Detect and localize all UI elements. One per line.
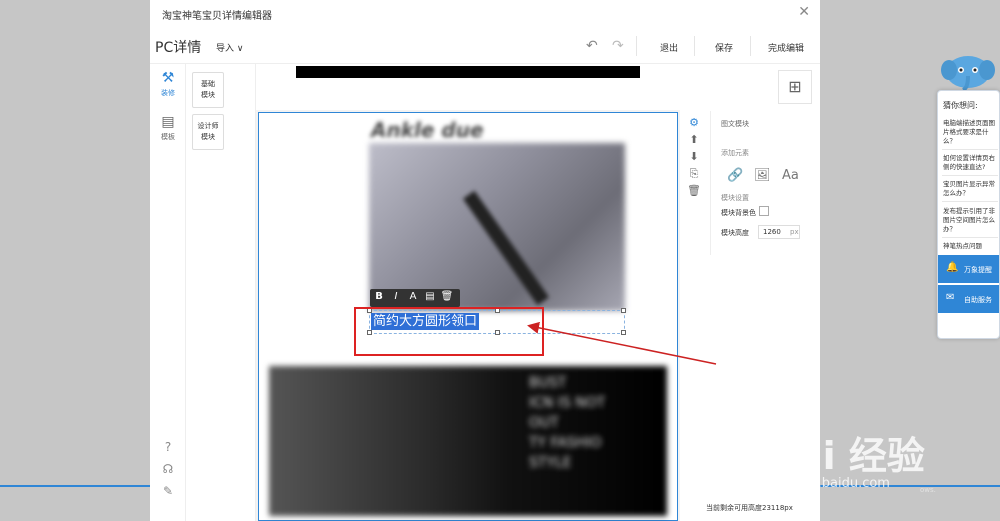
resize-handle[interactable] [621,308,626,313]
basic-module-button[interactable]: 基础 模块 [192,72,224,108]
copy-module-icon[interactable]: ⎘ [686,167,702,183]
self-service-button[interactable]: ✉ 自助服务 [938,285,999,313]
copy-button[interactable]: ▤ [423,291,437,302]
feedback-icon[interactable]: ✎ [160,484,176,500]
help-icon[interactable]: ? [160,440,176,456]
help-question-link[interactable]: 电脑端描述页面图片格式要求是什么？ [943,119,999,146]
designer-module-button[interactable]: 设计师 模块 [192,114,224,150]
delete-button[interactable]: 🗑 [440,291,454,302]
bg-color-label: 模块背景色 [721,209,756,217]
properties-panel: 图文模块 添加元素 🔗 🖼 Aa 模块设置 模块背景色 模块高度 1260 px [710,111,820,255]
basic-module-label: 基础 模块 [201,80,215,99]
left-rail: ⚒ 装修 ▤ 模板 ? ☊ ✎ [150,64,186,521]
watermark-url: jingyan.baidu.com [770,476,890,491]
divider [942,175,998,176]
headset-icon[interactable]: ☊ [160,462,176,478]
self-service-label: 自助服务 [964,296,992,304]
window-title: 淘宝神笔宝贝详情编辑器 [162,11,272,22]
watermark-logo-text: Bai 经验 [768,434,925,478]
help-question-link[interactable]: 宝贝图片显示异常怎么办？ [943,180,999,198]
text-icon[interactable]: Aa [782,168,799,183]
editor-modal: 淘宝神笔宝贝详情编辑器 ✕ PC详情 导入 ∨ ↶ ↷ 退出 保存 完成编辑 ⚒… [150,0,820,521]
height-label: 模块高度 [721,229,749,237]
previous-module[interactable] [256,64,680,110]
layout-grid-icon[interactable]: ⊞ [778,70,812,104]
finish-edit-button[interactable]: 完成编辑 [768,41,804,54]
divider [942,149,998,150]
title-bar: 淘宝神笔宝贝详情编辑器 ✕ [150,0,820,28]
italic-button[interactable]: I [389,291,403,302]
toolbar-divider [694,36,695,56]
resize-handle[interactable] [621,330,626,335]
exit-button[interactable]: 退出 [660,41,678,54]
rail-item-label: 模板 [161,133,175,141]
hammer-icon: ⚒ [161,70,175,86]
undo-icon[interactable]: ↶ [586,38,598,54]
bell-icon: 🔔 [946,262,959,273]
reminder-label: 万象提醒 [964,266,992,274]
handwriting-text: Ankle due [371,118,484,142]
add-element-label: 添加元素 [721,149,749,157]
backdrop-accent-line [0,485,150,487]
font-size-button[interactable]: A [406,291,420,302]
delete-module-icon[interactable]: 🗑 [686,184,702,200]
module-side-tools: ⚙ ⬆ ⬇ ⎘ 🗑 [686,116,702,201]
panel-header: 图文模块 [721,120,749,128]
baidu-watermark: Bai 经验 jingyan.baidu.com [768,415,1000,521]
rail-item-decorate[interactable]: ⚒ 装修 [150,70,186,98]
black-banner [296,66,640,78]
page-title: PC详情 [155,40,202,56]
bg-color-checkbox[interactable] [759,206,769,216]
rail-item-template[interactable]: ▤ 模板 [150,114,186,142]
chat-icon: ✉ [946,292,955,303]
move-down-icon[interactable]: ⬇ [686,150,702,166]
image-icon[interactable]: 🖼 [754,168,771,183]
divider [942,237,998,238]
settings-icon[interactable]: ⚙ [686,116,702,132]
annotation-highlight-box [354,307,544,356]
divider [942,201,998,202]
reminder-button[interactable]: 🔔 万象提醒 [938,255,999,283]
help-question-link[interactable]: 神笔热点问题 [943,242,999,251]
save-button[interactable]: 保存 [715,41,733,54]
template-icon: ▤ [161,114,175,130]
image-overlay-text: BUST ICN IS NOT OUT TY FASHIO STYLE [529,375,606,471]
close-icon[interactable]: ✕ [798,4,810,20]
background-text: ows. [920,486,936,494]
module-settings-label: 模块设置 [721,194,749,202]
editor-canvas: Ankle due BUST ICN IS NOT OUT TY FASHIO … [256,64,680,521]
rail-item-label: 装修 [161,89,175,97]
help-question-link[interactable]: 发布提示引用了非图片空间图片怎么办？ [943,207,999,234]
move-up-icon[interactable]: ⬆ [686,133,702,149]
toolbar-divider [750,36,751,56]
help-widget-title: 猜你想问: [943,101,978,110]
redo-icon[interactable]: ↷ [612,38,624,54]
toolbar-divider [636,36,637,56]
link-icon[interactable]: 🔗 [727,168,743,183]
help-widget: 猜你想问: 电脑端描述页面图片格式要求是什么？ 如何设置详情页右侧的快速直达? … [937,90,1000,339]
text-format-toolbar: B I A ▤ 🗑 [370,289,460,307]
elephant-mascot-icon [941,56,995,92]
import-dropdown[interactable]: 导入 ∨ [216,41,243,54]
editor-toolbar: PC详情 导入 ∨ ↶ ↷ 退出 保存 完成编辑 [150,28,820,64]
height-unit: px [790,228,799,236]
designer-module-label: 设计师 模块 [197,122,219,141]
bold-button[interactable]: B [372,291,386,302]
help-question-link[interactable]: 如何设置详情页右侧的快速直达? [943,154,999,172]
module-panel: 基础 模块 设计师 模块 [186,64,256,521]
